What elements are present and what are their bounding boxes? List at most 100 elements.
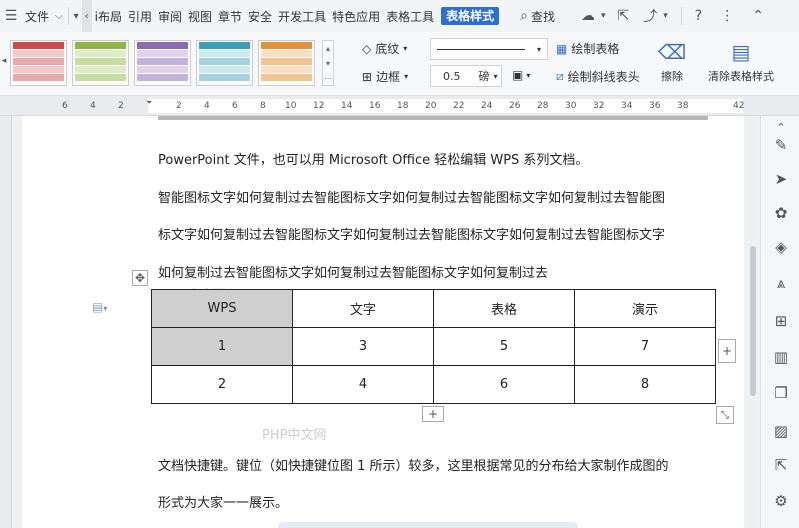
shapes-icon[interactable]: ◈: [772, 238, 790, 256]
add-column-button[interactable]: +: [718, 339, 736, 363]
line-width-select[interactable]: 0.5 磅 ▾: [430, 65, 502, 87]
table-style-swatch-teal[interactable]: [196, 40, 253, 86]
chart-icon[interactable]: ▥: [772, 348, 790, 366]
tab-developer[interactable]: 开发工具: [275, 0, 329, 32]
ruler-tick: 8: [260, 101, 266, 111]
clear-style-icon: ▤: [731, 40, 751, 64]
image-icon[interactable]: ▨: [772, 422, 790, 440]
chevron-down-icon: ▾: [404, 72, 409, 81]
export-icon[interactable]: ⤴: [640, 0, 660, 32]
table-cell[interactable]: 1: [151, 327, 293, 366]
cloud-sync-icon[interactable]: ☁: [578, 0, 598, 32]
table-cell[interactable]: WPS: [151, 289, 293, 328]
scroll-left-icon[interactable]: ‹: [81, 0, 92, 32]
table-move-handle[interactable]: ✥: [132, 270, 148, 286]
apps-grid-icon[interactable]: ⊞: [772, 312, 790, 330]
ruler-tick: 10: [285, 101, 297, 111]
table-resize-handle[interactable]: ⤡: [716, 406, 734, 424]
tab-review[interactable]: 审阅: [155, 0, 185, 32]
vertical-ruler[interactable]: [0, 116, 12, 528]
table-cell[interactable]: 2: [151, 365, 293, 404]
wps-writer-window: ☰ 文件 ⌵ ▾ ‹ i布局 引用 审阅 视图 章节 安全 开发工具 特色应用 …: [0, 0, 799, 528]
tab-table-style[interactable]: 表格样式: [441, 7, 500, 25]
table-cell[interactable]: 7: [574, 327, 716, 366]
collapse-ribbon-icon[interactable]: ⌃: [749, 0, 767, 32]
paragraph-format-icon[interactable]: ▤▾: [92, 300, 107, 314]
table-cell[interactable]: 5: [433, 327, 575, 366]
hamburger-menu-icon[interactable]: ☰: [0, 0, 22, 32]
table-style-ribbon: ◂ ▴ ▾ ⋯ ◇ 底纹 ▾ ⊞ 边框 ▾ ▾ 0.5 磅 ▾ ▣ ▾ ▦ 绘制…: [0, 32, 799, 96]
border-button[interactable]: ⊞ 边框 ▾: [362, 68, 408, 85]
ruler-tick: 22: [453, 101, 465, 111]
quick-access-dropdown-icon[interactable]: ▾: [71, 0, 82, 32]
tab-references[interactable]: 引用: [125, 0, 155, 32]
document-page[interactable]: PowerPoint 文件，也可以用 Microsoft Office 轻松编辑…: [22, 116, 744, 528]
chevron-down-icon[interactable]: ▾: [598, 0, 609, 32]
paragraph-line: 文档快捷键。键位（如快捷键位图 1 所示）较多，这里根据常见的分布给大家制作成图…: [158, 459, 669, 474]
horizontal-ruler[interactable]: 6 4 2 2 4 6 8 10 12 14 16 18 20 22 24 26…: [0, 96, 799, 116]
draw-table-button[interactable]: ▦ 绘制表格: [556, 40, 619, 57]
chevron-down-icon: ▾: [403, 44, 408, 53]
floating-bar: [278, 522, 578, 528]
ruler-tick: 2: [118, 101, 124, 111]
document-table[interactable]: WPS 文字 表格 演示 1 3 5 7 2 4 6 8: [151, 289, 716, 404]
erase-button[interactable]: ⌫ 擦除: [654, 40, 690, 84]
tab-table-tools[interactable]: 表格工具: [383, 0, 437, 32]
chevron-down-icon[interactable]: ▾: [660, 0, 671, 32]
table-row: 1 3 5 7: [151, 327, 716, 366]
partial-line-top: [158, 116, 708, 120]
indent-marker-icon[interactable]: ⏷: [146, 98, 152, 108]
table-cell[interactable]: 6: [433, 365, 575, 404]
settings-icon[interactable]: ⚙: [772, 492, 790, 510]
line-color-button[interactable]: ▣ ▾: [512, 68, 530, 82]
ruler-tick: 38: [677, 101, 689, 111]
vertical-scrollbar[interactable]: [748, 116, 758, 528]
table-style-swatch-purple[interactable]: [134, 40, 191, 86]
search-button[interactable]: ⌕ 查找: [517, 0, 558, 32]
divider: [680, 7, 682, 25]
document-compare-icon[interactable]: ❐: [772, 384, 790, 402]
scroll-left-icon[interactable]: ◂: [0, 56, 8, 66]
table-style-swatch-red[interactable]: [10, 40, 67, 86]
pen-icon[interactable]: ✎: [772, 136, 790, 154]
cursor-select-icon[interactable]: ➤: [772, 170, 790, 188]
table-cell[interactable]: 表格: [433, 289, 575, 328]
tab-section[interactable]: 章节: [215, 0, 245, 32]
paragraph-line: PowerPoint 文件，也可以用 Microsoft Office 轻松编辑…: [158, 153, 589, 168]
draw-diagonal-header-button[interactable]: ⧄ 绘制斜线表头: [556, 68, 640, 85]
tab-features[interactable]: 特色应用: [329, 0, 383, 32]
divider: [67, 7, 69, 25]
tab-view[interactable]: 视图: [185, 0, 215, 32]
export-icon[interactable]: ⇱: [772, 456, 790, 474]
text-style-icon[interactable]: ⩓: [772, 274, 790, 292]
clear-table-style-button[interactable]: ▤ 清除表格样式: [702, 40, 780, 84]
more-options-icon[interactable]: ⋮: [717, 0, 737, 32]
table-cell[interactable]: 演示: [574, 289, 716, 328]
chevron-up-icon[interactable]: ⌃: [772, 118, 790, 136]
chevron-down-icon: ▾: [493, 71, 498, 81]
table-cell[interactable]: 4: [292, 365, 434, 404]
ruler-tick: 42: [733, 101, 745, 111]
line-width-unit: 磅: [478, 70, 490, 83]
ruler-tick: 36: [649, 101, 661, 111]
share-icon[interactable]: ⇱: [615, 0, 633, 32]
chevron-down-icon[interactable]: ⌵: [52, 0, 66, 32]
sticker-icon[interactable]: ✿: [772, 204, 790, 222]
table-style-swatch-orange[interactable]: [258, 40, 315, 86]
gallery-scroll[interactable]: ▴ ▾ ⋯: [322, 40, 334, 86]
table-cell[interactable]: 文字: [292, 289, 434, 328]
ruler-tick: 18: [397, 101, 409, 111]
scrollbar-thumb[interactable]: [750, 246, 756, 396]
ruler-tick: 24: [481, 101, 493, 111]
add-row-button[interactable]: +: [422, 406, 444, 422]
table-style-swatch-green[interactable]: [72, 40, 129, 86]
table-cell[interactable]: 3: [292, 327, 434, 366]
file-menu[interactable]: 文件: [22, 0, 52, 32]
tab-security[interactable]: 安全: [245, 0, 275, 32]
table-cell[interactable]: 8: [574, 365, 716, 404]
tab-layout[interactable]: i布局: [92, 0, 125, 32]
line-width-value: 0.5: [443, 69, 461, 83]
line-style-select[interactable]: ▾: [430, 38, 548, 60]
shading-button[interactable]: ◇ 底纹 ▾: [362, 40, 407, 57]
help-icon[interactable]: ?: [692, 0, 705, 32]
